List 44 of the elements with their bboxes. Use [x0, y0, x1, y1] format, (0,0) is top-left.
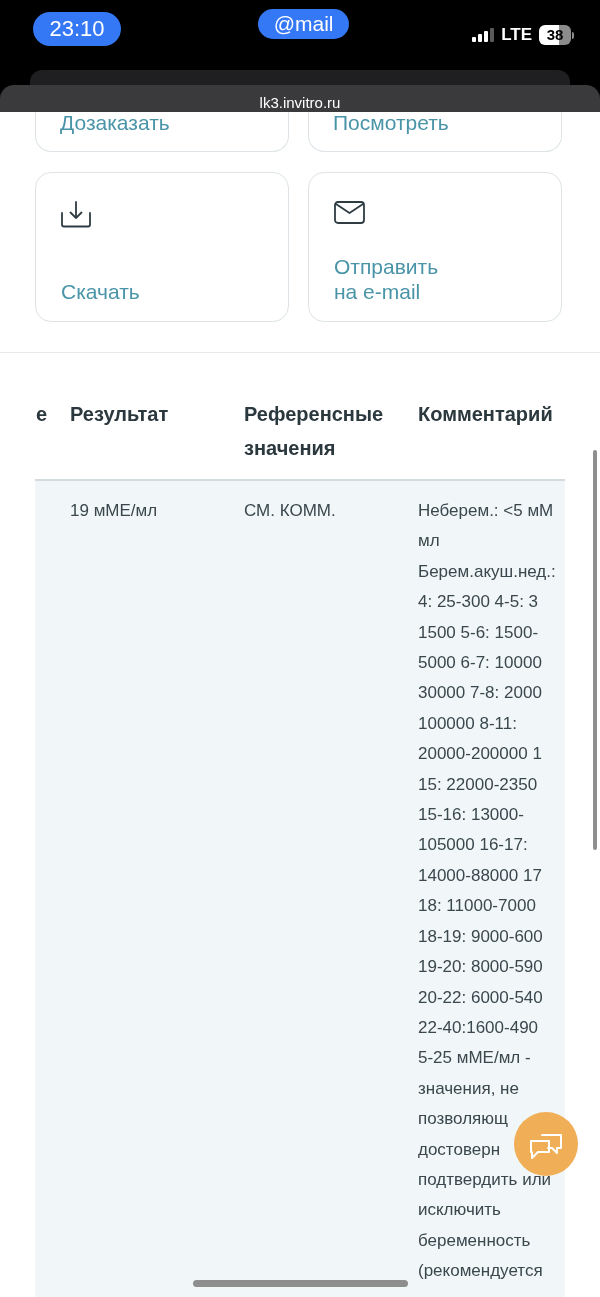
status-time: 23:10 — [33, 12, 121, 46]
comment-line: 18: 11000-7000 — [418, 895, 536, 918]
comment-line: 15-16: 13000- — [418, 804, 524, 827]
table-cell: СМ. КОММ. — [244, 501, 336, 520]
comment-line: 20-22: 6000-540 — [418, 986, 543, 1009]
column-header: Комментарий — [418, 402, 554, 427]
comment-line: мл — [418, 530, 440, 553]
action-card[interactable]: Посмотреть — [308, 112, 562, 152]
comment-line: 5-25 мМЕ/мл - — [418, 1047, 531, 1070]
comment-line: Берем.акуш.нед.: — [418, 560, 556, 583]
comment-line: подтвердить или — [418, 1168, 552, 1191]
comment-line: 19-20: 8000-590 — [418, 956, 543, 979]
action-card[interactable]: Дозаказать — [35, 112, 289, 152]
download-icon — [61, 201, 91, 228]
comment-line: (рекомендуется — [418, 1260, 543, 1283]
comment-line: 15: 22000-2350 — [418, 773, 538, 796]
comment-line: 20000-200000 1 — [418, 743, 542, 766]
comment-line: 18-19: 9000-600 — [418, 925, 543, 948]
comment-line: 105000 16-17: — [418, 834, 528, 857]
app-pill[interactable]: @mail — [257, 9, 350, 39]
comment-line: 5000 6-7: 10000 — [418, 652, 542, 675]
envelope-icon — [334, 201, 365, 224]
comment-line: 30000 7-8: 2000 — [418, 682, 542, 705]
address-bar[interactable]: lk3.invitro.ru — [0, 85, 600, 112]
comment-line: Неберем.: <5 мМ — [418, 500, 554, 522]
action-card[interactable]: Скачать — [35, 172, 289, 322]
comment-line: 1500 5-6: 1500- — [418, 621, 539, 644]
signal-icon — [472, 28, 495, 42]
battery-indicator: 38 — [539, 25, 574, 45]
column-header: е — [35, 402, 49, 427]
comment-line: 100000 8-11: — [418, 712, 517, 735]
comment-line: беременность — [418, 1229, 531, 1252]
comment-line: значения, не — [418, 1077, 519, 1100]
comment-line: достоверн — [418, 1138, 501, 1161]
comment-line: исключить — [418, 1199, 501, 1222]
column-header: Референсные значения — [244, 402, 385, 461]
comment-line: 4: 25-300 4-5: 3 — [418, 591, 539, 614]
action-card[interactable]: Отправить на e-mail — [308, 172, 562, 322]
column-header: Результат — [70, 402, 170, 427]
comment-line: 14000-88000 17 — [418, 864, 542, 887]
table-cell: 19 мМЕ/мл — [70, 501, 158, 520]
comment-line: позволяющ — [418, 1108, 509, 1131]
network-label: LTE — [501, 25, 532, 45]
comment-line: 22-40:1600-490 — [418, 1016, 539, 1039]
